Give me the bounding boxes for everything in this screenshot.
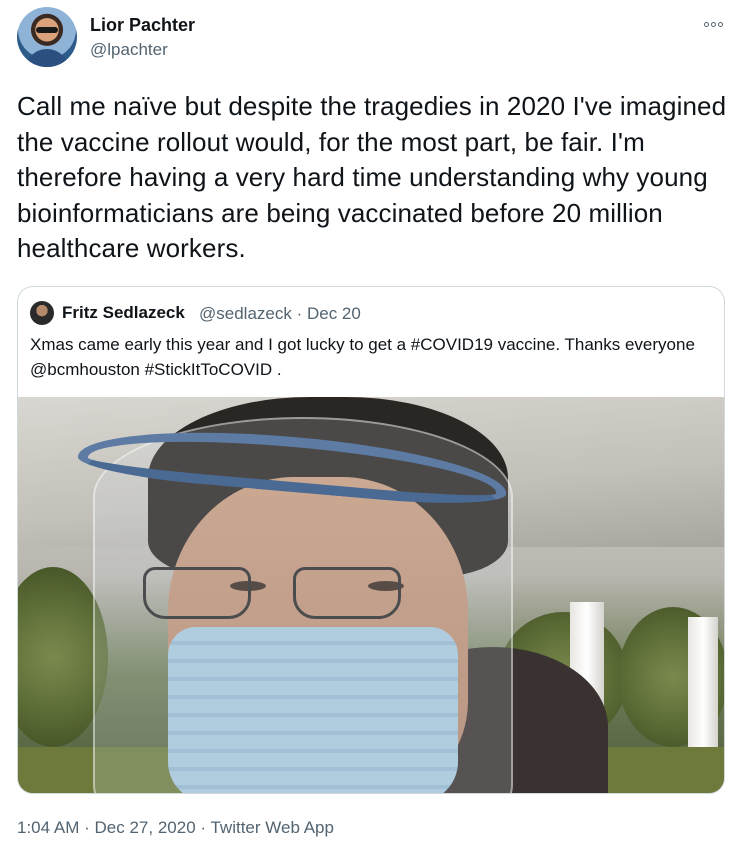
tweet-date[interactable]: Dec 27, 2020 bbox=[95, 818, 196, 837]
tweet-text: Call me naïve but despite the tragedies … bbox=[17, 91, 727, 263]
quoted-tweet-photo[interactable] bbox=[18, 397, 724, 793]
meta-separator: · bbox=[200, 818, 207, 837]
tweet-source-app[interactable]: Twitter Web App bbox=[210, 818, 333, 837]
author-name[interactable]: Lior Pachter bbox=[90, 15, 195, 36]
quoted-author-name[interactable]: Fritz Sedlazeck bbox=[62, 303, 185, 323]
quoted-tweet[interactable]: Fritz Sedlazeck @sedlazeck · Dec 20 Xmas… bbox=[17, 286, 725, 794]
quoted-author-handle-date[interactable]: @sedlazeck · Dec 20 bbox=[199, 304, 361, 324]
tweet-meta: 1:04 AM · Dec 27, 2020 · Twitter Web App bbox=[17, 818, 334, 838]
avatar-shirt bbox=[25, 49, 69, 67]
author-handle[interactable]: @lpachter bbox=[90, 40, 168, 60]
more-dot bbox=[710, 21, 716, 27]
meta-separator: · bbox=[84, 818, 90, 837]
quoted-tweet-text: Xmas came early this year and I got luck… bbox=[30, 335, 695, 379]
tweet-time[interactable]: 1:04 AM bbox=[17, 818, 79, 837]
more-dot bbox=[703, 21, 709, 27]
more-dot bbox=[717, 21, 723, 27]
quoted-author-avatar[interactable] bbox=[30, 301, 54, 325]
more-options-icon[interactable] bbox=[696, 14, 730, 34]
avatar-glasses bbox=[36, 27, 58, 33]
author-avatar[interactable] bbox=[17, 7, 77, 67]
